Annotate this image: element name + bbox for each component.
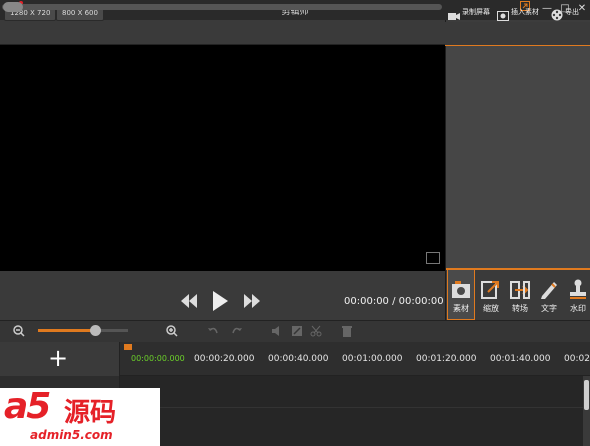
zoom-out-icon[interactable] — [13, 325, 25, 337]
playhead-marker[interactable] — [124, 344, 132, 350]
insert-material-button[interactable]: 插入素材 — [497, 0, 539, 24]
watermark-url: admin5.com — [30, 428, 113, 442]
tab-material-label: 素材 — [453, 304, 469, 313]
pencil-icon — [538, 278, 560, 300]
fullscreen-icon[interactable] — [426, 252, 440, 264]
ruler-tick: 00:01:20.000 — [416, 354, 477, 364]
rewind-icon[interactable] — [180, 294, 198, 311]
resolution-bar — [0, 20, 445, 45]
tab-text-label: 文字 — [541, 304, 557, 313]
export-button[interactable]: 导出 — [551, 0, 579, 24]
tab-transition[interactable]: 转场 — [506, 270, 534, 320]
play-icon[interactable] — [212, 291, 228, 314]
film-reel-icon — [551, 7, 563, 21]
ruler-tick: 00:00:20.000 — [194, 354, 255, 364]
material-panel[interactable] — [446, 46, 590, 268]
tab-watermark-label: 水印 — [570, 304, 586, 313]
delete-icon[interactable] — [341, 325, 353, 337]
tab-material[interactable]: 素材 — [447, 270, 475, 320]
camera-icon — [450, 278, 472, 300]
tab-text[interactable]: 文字 — [535, 270, 563, 320]
tab-watermark[interactable]: 水印 — [564, 270, 590, 320]
fast-forward-icon[interactable] — [243, 294, 261, 311]
tab-zoom-label: 缩放 — [483, 304, 499, 313]
timeline-scrollbar-thumb[interactable] — [584, 380, 589, 410]
video-preview[interactable] — [0, 45, 445, 271]
right-toolbar — [445, 22, 590, 46]
zoom-slider-fill — [38, 329, 96, 332]
insert-icon — [497, 7, 509, 21]
progress-bar[interactable] — [0, 271, 445, 285]
progress-track[interactable] — [2, 4, 442, 10]
volume-icon[interactable] — [271, 325, 283, 337]
zoom-slider-handle[interactable] — [90, 325, 101, 336]
watermark-brand: 源码 — [64, 398, 117, 428]
ruler-tick: 00:01:00.000 — [342, 354, 403, 364]
crop-icon[interactable] — [291, 325, 303, 337]
ruler-tick: 00:01:40.000 — [490, 354, 551, 364]
timecode-display: 00:00:00 / 00:00:00 — [344, 296, 444, 307]
undo-icon[interactable] — [207, 325, 219, 337]
redo-icon[interactable] — [231, 325, 243, 337]
camera-icon — [448, 7, 460, 20]
watermark-logo: a5 — [4, 386, 51, 427]
ruler-tick: 00:00:00.000 — [131, 354, 185, 363]
progress-handle[interactable] — [3, 2, 23, 12]
ruler-tick: 00:00:40.000 — [268, 354, 329, 364]
tab-zoom[interactable]: 缩放 — [477, 270, 505, 320]
add-track-button[interactable]: + — [48, 344, 68, 372]
transition-icon — [509, 278, 531, 300]
zoom-in-icon[interactable] — [166, 325, 178, 337]
scissors-icon[interactable] — [310, 325, 322, 337]
ruler-tick: 00:02 — [564, 354, 590, 364]
zoom-icon — [480, 278, 502, 300]
tab-transition-label: 转场 — [512, 304, 528, 313]
stamp-icon — [567, 278, 589, 300]
record-screen-button[interactable]: 录制屏幕 — [448, 0, 490, 24]
